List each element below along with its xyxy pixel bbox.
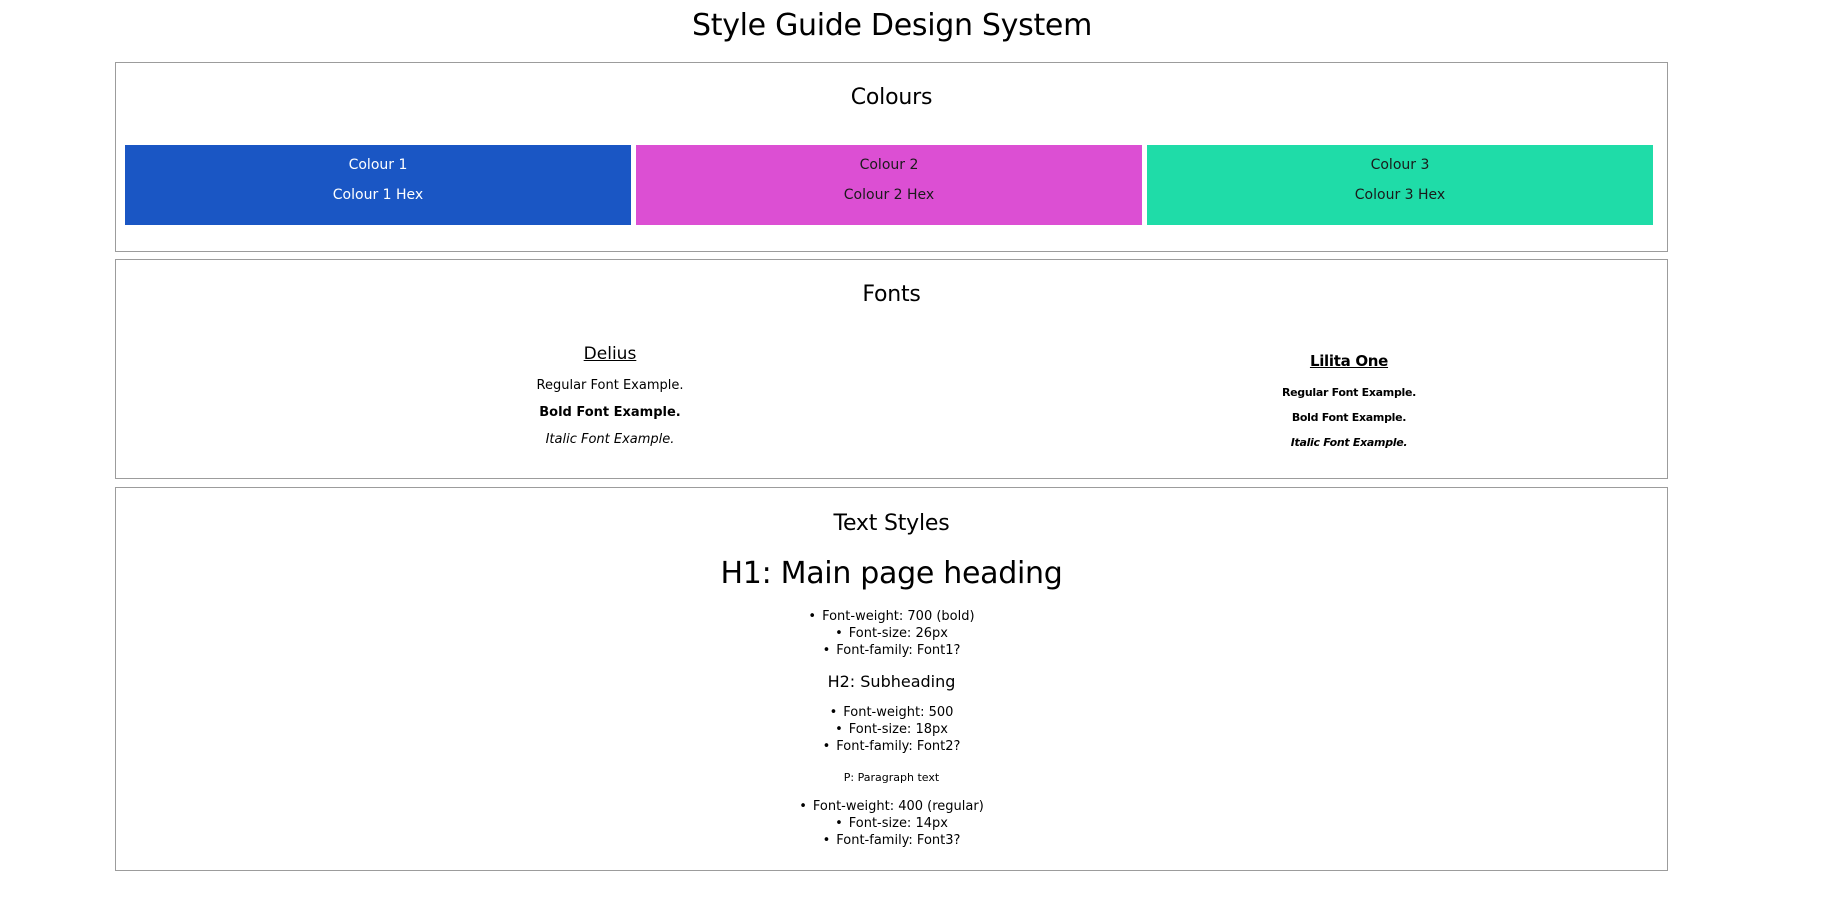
fonts-section: Fonts Delius Regular Font Example. Bold … xyxy=(115,259,1668,479)
font-regular-example: Regular Font Example. xyxy=(1281,386,1417,399)
colour-swatch-hex: Colour 3 Hex xyxy=(1354,187,1446,203)
colour-swatch-hex: Colour 1 Hex xyxy=(332,187,424,203)
font-family-delius: Delius Regular Font Example. Bold Font E… xyxy=(310,340,910,447)
font-regular-example: Regular Font Example. xyxy=(536,378,684,393)
list-item: Font-weight: 700 (bold) xyxy=(116,608,1667,625)
list-item: Font-size: 26px xyxy=(116,625,1667,642)
fonts-heading: Fonts xyxy=(862,282,921,307)
list-item: Font-family: Font3? xyxy=(116,832,1667,849)
h2-spec-list: Font-weight: 500 Font-size: 18px Font-fa… xyxy=(116,704,1667,755)
colour-swatch-2: Colour 2 Colour 2 Hex xyxy=(636,145,1142,225)
font-family-name: Lilita One xyxy=(1309,352,1389,370)
font-family-name: Delius xyxy=(583,344,637,364)
list-item: Font-size: 14px xyxy=(116,815,1667,832)
text-styles-heading: Text Styles xyxy=(833,511,950,536)
list-item: Font-family: Font2? xyxy=(116,738,1667,755)
font-family-lilita-one: Lilita One Regular Font Example. Bold Fo… xyxy=(1049,340,1649,449)
list-item: Font-weight: 500 xyxy=(116,704,1667,721)
font-bold-example: Bold Font Example. xyxy=(539,405,681,420)
h1-spec-list: Font-weight: 700 (bold) Font-size: 26px … xyxy=(116,608,1667,659)
list-item: Font-weight: 400 (regular) xyxy=(116,798,1667,815)
font-bold-example: Bold Font Example. xyxy=(1291,411,1407,424)
paragraph-sample: P: Paragraph text xyxy=(843,771,940,784)
list-item: Font-family: Font1? xyxy=(116,642,1667,659)
colour-swatch-name: Colour 2 xyxy=(859,157,919,173)
font-italic-example: Italic Font Example. xyxy=(1290,436,1408,449)
list-item: Font-size: 18px xyxy=(116,721,1667,738)
p-spec-list: Font-weight: 400 (regular) Font-size: 14… xyxy=(116,798,1667,849)
colour-swatch-name: Colour 1 xyxy=(348,157,408,173)
page-title: Style Guide Design System xyxy=(691,8,1092,43)
text-styles-section: Text Styles H1: Main page heading Font-w… xyxy=(115,487,1668,871)
colours-heading: Colours xyxy=(850,85,933,110)
h2-sample: H2: Subheading xyxy=(827,672,956,691)
colours-section: Colours Colour 1 Colour 1 Hex Colour 2 C… xyxy=(115,62,1668,252)
colour-swatch-3: Colour 3 Colour 3 Hex xyxy=(1147,145,1653,225)
h1-sample: H1: Main page heading xyxy=(720,556,1063,591)
font-italic-example: Italic Font Example. xyxy=(545,432,675,447)
colour-swatch-name: Colour 3 xyxy=(1370,157,1430,173)
colour-swatch-hex: Colour 2 Hex xyxy=(843,187,935,203)
colour-swatch-1: Colour 1 Colour 1 Hex xyxy=(125,145,631,225)
